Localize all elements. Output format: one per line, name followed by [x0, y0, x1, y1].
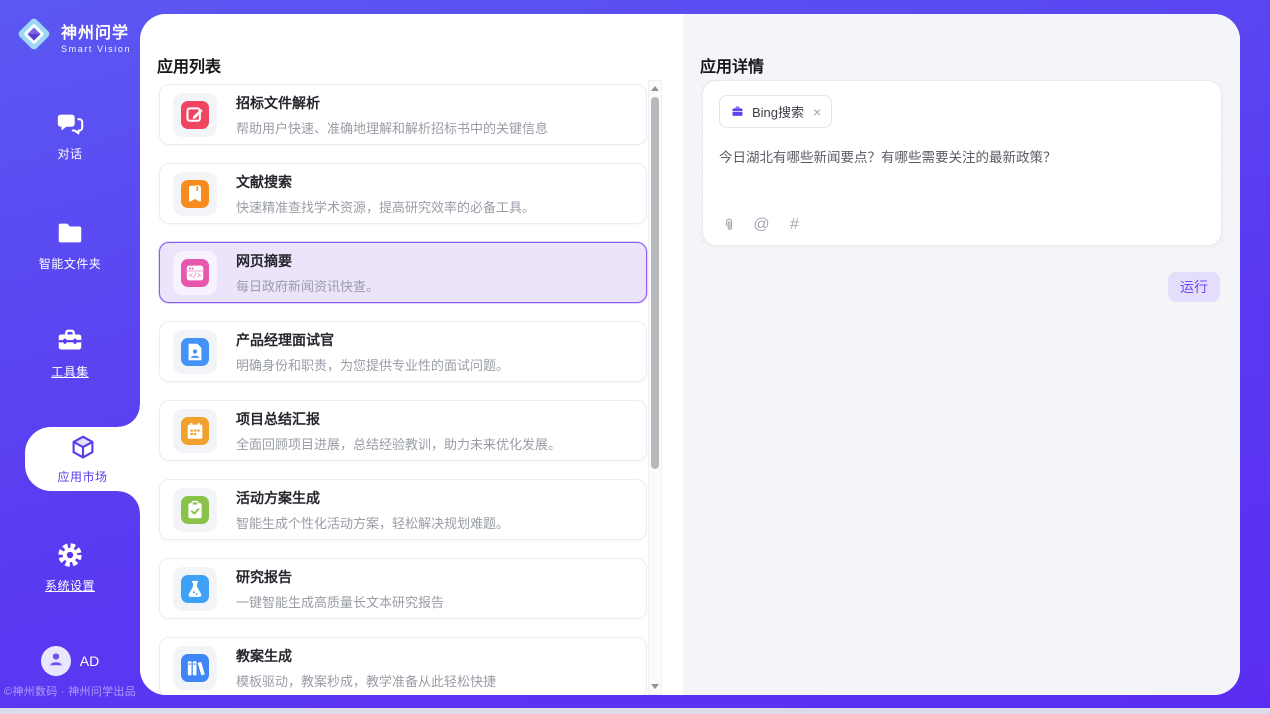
app-card-title: 研究报告	[236, 567, 444, 587]
app-icon-container	[173, 409, 217, 453]
run-button[interactable]: 运行	[1168, 272, 1220, 302]
query-text[interactable]: 今日湖北有哪些新闻要点？有哪些需要关注的最新政策？	[719, 148, 1205, 168]
scrollbar-thumb[interactable]	[651, 97, 659, 469]
app-card[interactable]: 项目总结汇报 全面回顾项目进展，总结经验教训，助力未来优化发展。	[159, 400, 647, 461]
app-card-title: 活动方案生成	[236, 488, 509, 508]
app-icon-container	[173, 488, 217, 532]
hash-icon[interactable]: #	[786, 216, 803, 234]
app-card-description: 全面回顾项目进展，总结经验教训，助力未来优化发展。	[236, 434, 561, 453]
logo-subtitle: Smart Vision	[61, 44, 131, 54]
web-code-icon: </>	[181, 259, 209, 287]
edit-doc-icon	[181, 101, 209, 129]
app-icon-container	[173, 93, 217, 137]
flask-icon	[181, 575, 209, 603]
app-card-title: 教案生成	[236, 646, 496, 666]
app-card-description: 每日政府新闻资讯快查。	[236, 276, 379, 295]
app-card-description: 一键智能生成高质量长文本研究报告	[236, 592, 444, 611]
app-icon-container	[173, 646, 217, 690]
briefcase-icon	[730, 104, 745, 119]
input-toolbar: @#	[720, 216, 803, 234]
app-card-description: 智能生成个性化活动方案，轻松解决规划难题。	[236, 513, 509, 532]
app-card-title: 网页摘要	[236, 251, 379, 271]
app-card[interactable]: 活动方案生成 智能生成个性化活动方案，轻松解决规划难题。	[159, 479, 647, 540]
sidebar: 神州问学 Smart Vision 对话 智能文件夹 工具集 应用市场 系统设置…	[0, 0, 140, 708]
app-card-description: 快速精准查找学术资源，提高研究效率的必备工具。	[236, 197, 535, 216]
close-icon[interactable]: ×	[813, 105, 821, 119]
sidebar-item-app-market[interactable]: 应用市场	[25, 427, 140, 491]
calendar-icon	[181, 417, 209, 445]
app-icon-container: </>	[173, 251, 217, 295]
app-list-panel: 应用列表 招标文件解析 帮助用户快速、准确地理解和解析招标书中的关键信息 文献搜…	[140, 14, 683, 695]
app-card-title: 项目总结汇报	[236, 409, 561, 429]
gear-icon	[55, 540, 85, 570]
clipboard-check-icon	[181, 496, 209, 524]
app-icon-container	[173, 330, 217, 374]
sidebar-item-label: 对话	[57, 145, 82, 162]
scroll-down-icon[interactable]	[651, 684, 659, 689]
sidebar-item-label: 应用市场	[57, 468, 107, 485]
diamond-logo-icon	[14, 14, 54, 59]
at-icon[interactable]: @	[753, 216, 770, 234]
app-list-title: 应用列表	[157, 53, 221, 77]
app-card-title: 招标文件解析	[236, 93, 548, 113]
svg-text:</>: </>	[189, 271, 201, 279]
books-icon	[181, 654, 209, 682]
user-initials: AD	[80, 653, 99, 669]
app-card[interactable]: </> 网页摘要 每日政府新闻资讯快查。	[159, 242, 647, 303]
sidebar-item-toolset[interactable]: 工具集	[0, 326, 140, 380]
scrollbar[interactable]	[648, 80, 662, 695]
user-account[interactable]: AD	[0, 646, 140, 676]
app-detail-title: 应用详情	[700, 53, 764, 77]
app-card[interactable]: 研究报告 一键智能生成高质量长文本研究报告	[159, 558, 647, 619]
sidebar-item-smart-folder[interactable]: 智能文件夹	[0, 218, 140, 272]
avatar	[41, 646, 71, 676]
toolbox-icon	[55, 326, 85, 356]
sidebar-item-label: 工具集	[51, 363, 89, 380]
app-card-description: 模板驱动，教案秒成，教学准备从此轻松快捷	[236, 671, 496, 690]
main-content: 应用列表 招标文件解析 帮助用户快速、准确地理解和解析招标书中的关键信息 文献搜…	[140, 14, 1240, 695]
copyright-footer: ©神州数码 · 神州问学出品	[0, 683, 140, 699]
app-card-title: 产品经理面试官	[236, 330, 509, 350]
query-card: Bing搜索 × 今日湖北有哪些新闻要点？有哪些需要关注的最新政策？ @#	[702, 80, 1222, 246]
scroll-up-icon[interactable]	[651, 86, 659, 91]
app-list: 招标文件解析 帮助用户快速、准确地理解和解析招标书中的关键信息 文献搜索 快速精…	[159, 84, 647, 695]
app-detail-panel: 应用详情 Bing搜索 × 今日湖北有哪些新闻要点？有哪些需要关注的最新政策？ …	[683, 14, 1240, 695]
app-icon-container	[173, 567, 217, 611]
sidebar-item-label: 智能文件夹	[39, 255, 102, 272]
app-card[interactable]: 文献搜索 快速精准查找学术资源，提高研究效率的必备工具。	[159, 163, 647, 224]
app-card[interactable]: 产品经理面试官 明确身份和职责，为您提供专业性的面试问题。	[159, 321, 647, 382]
paperclip-icon[interactable]	[720, 216, 737, 234]
avatar-icon	[46, 649, 66, 674]
app-card-title: 文献搜索	[236, 172, 535, 192]
bottom-strip	[0, 708, 1270, 714]
app-logo: 神州问学 Smart Vision	[14, 14, 131, 59]
book-icon	[181, 180, 209, 208]
app-card[interactable]: 招标文件解析 帮助用户快速、准确地理解和解析招标书中的关键信息	[159, 84, 647, 145]
folder-icon	[55, 218, 85, 248]
sidebar-item-chat[interactable]: 对话	[0, 108, 140, 162]
logo-title: 神州问学	[61, 19, 131, 43]
app-icon-container	[173, 172, 217, 216]
tool-chip-bing-search[interactable]: Bing搜索 ×	[719, 95, 832, 128]
chat-icon	[55, 108, 85, 138]
sidebar-item-label: 系统设置	[45, 577, 95, 594]
app-card-description: 帮助用户快速、准确地理解和解析招标书中的关键信息	[236, 118, 548, 137]
app-card[interactable]: 教案生成 模板驱动，教案秒成，教学准备从此轻松快捷	[159, 637, 647, 695]
tool-chip-label: Bing搜索	[752, 102, 804, 121]
cube-icon	[68, 433, 98, 463]
app-card-description: 明确身份和职责，为您提供专业性的面试问题。	[236, 355, 509, 374]
sidebar-item-settings[interactable]: 系统设置	[0, 540, 140, 594]
interview-doc-icon	[181, 338, 209, 366]
